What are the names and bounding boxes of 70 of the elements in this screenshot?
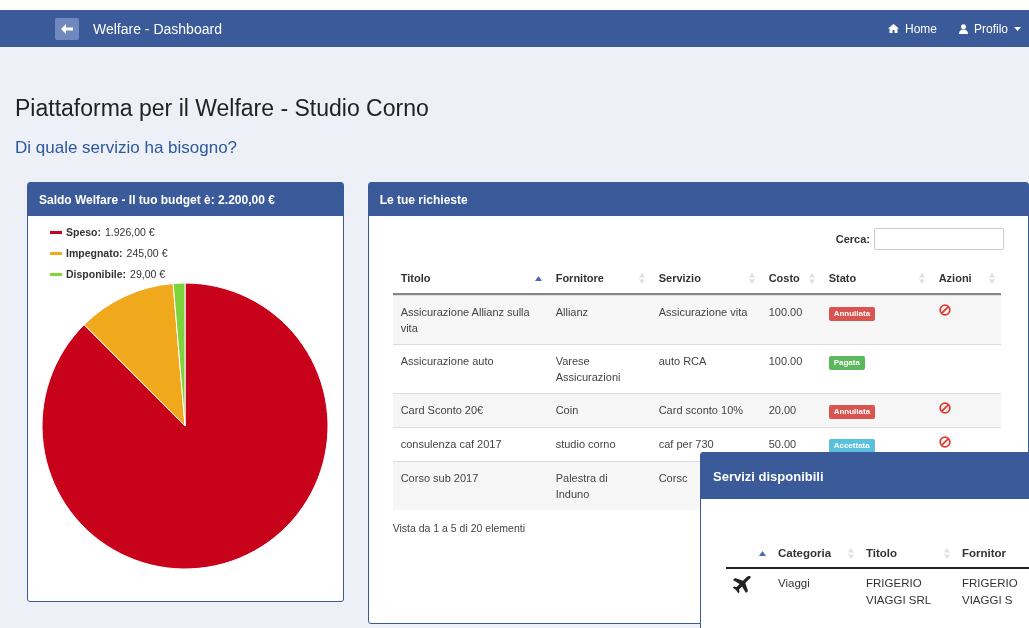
column-header[interactable]: Azioni <box>938 272 972 284</box>
table-cell: Assicurazione vita <box>658 306 748 318</box>
sort-icon[interactable] <box>638 272 645 284</box>
table-cell: Card Sconto 20€ <box>400 404 484 416</box>
table-cell: Assicurazione Allianz sulla vita <box>400 306 530 334</box>
legend-label: Impegnato: <box>66 247 123 259</box>
nav-link[interactable]: Home <box>887 21 937 36</box>
sort-ascending-icon[interactable] <box>759 550 766 556</box>
airplane-icon <box>732 575 752 595</box>
panel-title: Saldo Welfare - Il tuo budget è: 2.200,00 € <box>39 192 275 207</box>
table-cell: Varese Assicurazioni <box>555 355 621 383</box>
table-cell: consulenza caf 2017 <box>400 438 502 450</box>
status-label: Annullata <box>828 307 876 321</box>
legend-value: 245,00 € <box>126 247 168 259</box>
table-cell: FRIGERIO VIAGGI S <box>962 577 1018 606</box>
table-cell: 100.00 <box>768 306 803 318</box>
sort-icon[interactable] <box>918 272 925 284</box>
search-field[interactable] <box>874 228 1004 250</box>
search-label: Cerca: <box>835 233 870 245</box>
table-cell: Corsc <box>658 472 688 484</box>
table-cell: Coin <box>555 404 579 416</box>
table-cell: 100.00 <box>768 355 803 367</box>
arrow-left-icon <box>61 23 73 34</box>
panel-title: Le tue richieste <box>379 192 468 207</box>
table-cell: 50.00 <box>768 438 797 450</box>
legend-label: Speso: <box>66 226 101 238</box>
caret-icon <box>1014 26 1021 31</box>
column-header[interactable]: Stato <box>828 272 857 284</box>
status-label: Pagata <box>828 356 865 370</box>
back-button[interactable] <box>55 17 79 40</box>
column-header[interactable]: Categoria <box>778 547 832 559</box>
legend-label: Disponibile: <box>66 268 127 280</box>
cancel-icon[interactable] <box>938 304 951 316</box>
sort-icon[interactable] <box>944 547 950 559</box>
column-header[interactable]: Titolo <box>400 272 431 284</box>
table-cell: Corso sub 2017 <box>400 472 479 484</box>
page-subheading: Di quale servizio ha bisogno? <box>15 138 239 158</box>
sort-icon[interactable] <box>848 547 854 559</box>
cancel-icon[interactable] <box>938 402 951 414</box>
table-cell: Viaggi <box>778 577 810 589</box>
table-cell: Palestra di Induno <box>555 472 608 500</box>
status-label: Accettata <box>828 439 875 453</box>
panel-title: Servizi disponibili <box>713 468 824 484</box>
user-icon <box>959 23 968 34</box>
sort-icon[interactable] <box>988 272 995 284</box>
table-info: Vista da 1 a 5 di 20 elementi <box>392 522 526 534</box>
status-label: Annullata <box>828 405 876 419</box>
legend-value: 1.926,00 € <box>105 226 155 238</box>
page-heading: Piattaforma per il Welfare - Studio Corno <box>15 95 430 122</box>
column-header[interactable]: Servizio <box>658 272 701 284</box>
nav-link[interactable]: Profilo <box>959 21 1021 36</box>
table-cell: 20.00 <box>768 404 797 416</box>
column-header[interactable]: Fornitor <box>962 547 1007 559</box>
table-cell: FRIGERIO VIAGGI SRL <box>866 577 932 606</box>
table-cell: studio corno <box>555 438 616 450</box>
table-cell: Allianz <box>555 306 589 318</box>
cancel-icon[interactable] <box>938 436 951 448</box>
app-title: Welfare - Dashboard <box>93 20 222 37</box>
table-cell: Card sconto 10% <box>658 404 744 416</box>
sort-icon[interactable] <box>748 272 755 284</box>
sort-icon[interactable] <box>808 272 815 284</box>
column-header[interactable]: Fornitore <box>555 272 604 284</box>
column-header[interactable]: Titolo <box>866 547 898 559</box>
table-cell: Assicurazione auto <box>400 355 494 367</box>
legend-value: 29,00 € <box>130 268 166 280</box>
home-icon <box>887 24 899 33</box>
column-header[interactable]: Costo <box>768 272 800 284</box>
table-cell: auto RCA <box>658 355 707 367</box>
sort-ascending-icon[interactable] <box>534 275 542 281</box>
table-cell: caf per 730 <box>658 438 714 450</box>
